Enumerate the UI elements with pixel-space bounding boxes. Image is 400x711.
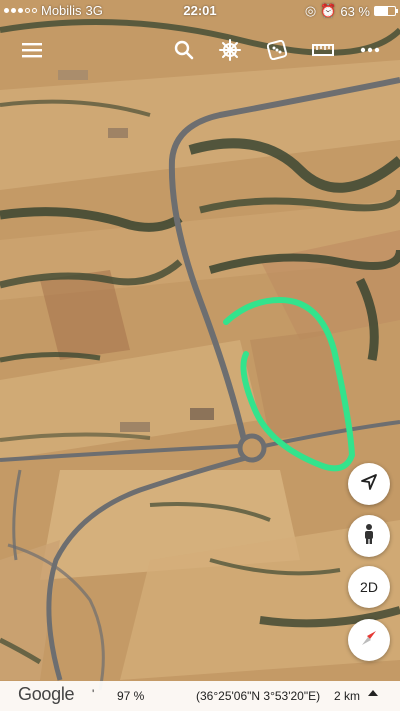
dice-icon[interactable] [261, 34, 293, 66]
bottom-info-bar: Google ' 97 % (36°25'06"N 3°53'20"E) 2 k… [0, 681, 400, 711]
alarm-icon: ⏰ [320, 3, 337, 18]
top-toolbar [0, 34, 400, 66]
coordinates-readout: (36°25'06"N 3°53'20"E) [196, 689, 321, 703]
view-mode-label: 2D [360, 579, 378, 595]
view-mode-toggle[interactable]: 2D [348, 566, 390, 608]
compass-button[interactable] [348, 619, 390, 661]
battery-icon [374, 6, 398, 16]
menu-icon[interactable] [16, 34, 48, 66]
scale-label: 2 km [334, 689, 361, 703]
location-arrow-icon [360, 473, 378, 496]
location-services-icon: ◎ [304, 3, 317, 18]
expand-arrow-icon[interactable] [368, 690, 378, 696]
zoom-percentage: 97 % [117, 689, 145, 703]
battery-percent: 63 % [340, 3, 370, 19]
search-icon[interactable] [168, 34, 200, 66]
compass-icon [358, 627, 380, 654]
ruler-icon[interactable] [307, 34, 339, 66]
my-location-button[interactable] [348, 463, 390, 505]
status-bar: Mobilis 3G 22:01 ◎ ⏰ 63 % [0, 0, 400, 20]
google-logo: Google [18, 684, 75, 704]
more-icon[interactable] [354, 34, 386, 66]
map-imagery [0, 0, 400, 711]
pegman-icon [362, 523, 376, 550]
ships-wheel-icon[interactable] [214, 34, 246, 66]
tilt-indicator: ' [92, 687, 95, 701]
street-view-button[interactable] [348, 515, 390, 557]
satellite-map[interactable] [0, 0, 400, 711]
